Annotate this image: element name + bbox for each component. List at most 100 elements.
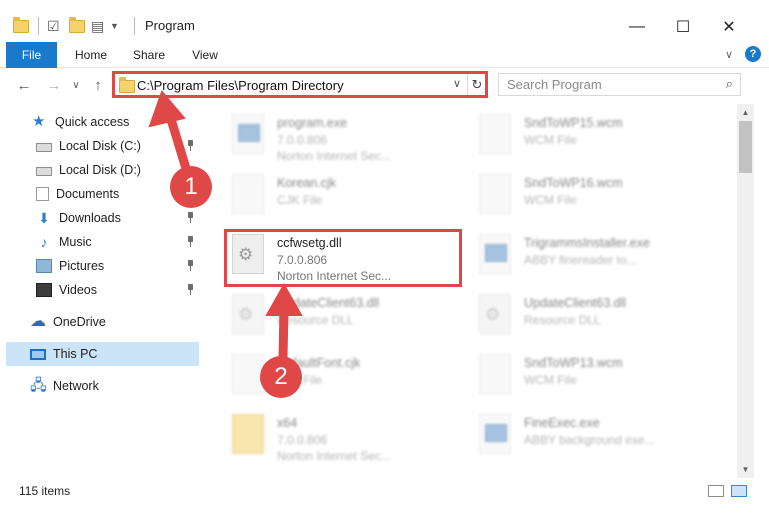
close-button[interactable]: ✕ [706,13,752,41]
file-icon [479,354,511,394]
file-icon [479,114,511,154]
sidebar-item-label: Local Disk (C:) [59,139,141,153]
help-icon[interactable]: ? [745,46,761,62]
file-tile[interactable]: UpdateClient63.dll Resource DLL [212,290,452,348]
address-dropdown-icon[interactable]: ∨ [453,77,461,90]
search-box[interactable]: ⌕ [498,73,741,96]
tab-view[interactable]: View [182,42,228,68]
pin-icon[interactable] [186,212,195,223]
file-tile[interactable]: FineExec.exe ABBY background exe... [459,410,699,468]
status-bar: 115 items [0,478,769,513]
tab-share[interactable]: Share [126,42,172,68]
sidebar-item-label: Pictures [59,259,105,273]
file-description: ABBY finereader to... [524,253,637,267]
file-tile[interactable]: x64 7.0.0.806 Norton Internet Sec... [212,410,452,468]
file-type: Resource DLL [277,313,354,327]
file-explorer-window: ☑ ▤ ▼ Program — ☐ ✕ File Home Share View… [0,0,769,513]
scroll-up-icon[interactable]: ▲ [737,104,754,121]
videos-icon [36,283,52,297]
address-path[interactable]: C:\Program Files\Program Directory [137,78,344,93]
recent-locations-button[interactable]: ∨ [66,76,86,96]
details-view-icon[interactable] [708,485,724,497]
downloads-icon: ⬇ [38,210,50,226]
onedrive-icon: ☁ [30,313,46,330]
ribbon-tabs: File Home Share View ∨ ? [0,42,769,68]
minimize-button[interactable]: — [614,13,660,41]
music-icon: ♪ [40,234,48,250]
drive-icon [36,143,52,152]
scroll-thumb[interactable] [739,121,752,173]
file-name: Korean.cjk [277,176,337,190]
file-tile[interactable]: TrigrammsInstaller.exe ABBY finereader t… [459,230,699,288]
back-button[interactable]: ← [14,76,34,96]
navigation-bar: ← → ∨ ↑ C:\Program Files\Program Directo… [0,68,769,102]
exe-file-icon [479,414,511,454]
file-tile[interactable]: SndToWP16.wcm WCM File [459,170,699,228]
file-description: ABBY background exe... [524,433,655,447]
customize-toolbar-icon[interactable]: ▤ [91,15,104,37]
pin-icon[interactable] [186,140,195,151]
tab-home[interactable]: Home [68,42,114,68]
address-bar[interactable]: C:\Program Files\Program Directory ∨ ↻ [112,71,488,98]
file-tile[interactable]: Korean.cjk CJK File [212,170,452,228]
forward-button[interactable]: → [44,76,64,96]
file-tile[interactable]: UpdateClient63.dll Resource DLL [459,290,699,348]
sidebar-item-onedrive[interactable]: ☁ OneDrive [30,310,230,334]
pin-icon[interactable] [186,260,195,271]
expand-ribbon-icon[interactable]: ∨ [725,48,733,61]
sidebar-item-music[interactable]: ♪ Music [36,230,236,254]
tab-file[interactable]: File [6,42,57,68]
file-name: program.exe [277,116,348,130]
file-tile[interactable]: SndToWP13.wcm WCM File [459,350,699,408]
sidebar-item-label: Documents [56,187,120,201]
sidebar-item-label: Music [59,235,92,249]
folder-icon [232,414,264,454]
dll-gear-icon [479,294,511,334]
file-name: SndToWP13.wcm [524,356,623,370]
file-name: x64 [277,416,298,430]
file-type: CJK File [277,193,323,207]
file-icon [479,174,511,214]
file-icon [232,174,264,214]
file-name: TrigrammsInstaller.exe [524,236,650,250]
sidebar-item-this-pc[interactable]: This PC [6,342,199,366]
up-button[interactable]: ↑ [88,76,108,96]
folder-icon [119,77,135,93]
sidebar-item-label: Quick access [55,115,130,129]
file-tile[interactable]: SndToWP15.wcm WCM File [459,110,699,168]
vertical-scrollbar[interactable]: ▲ ▼ [737,104,754,478]
file-name: SndToWP15.wcm [524,116,623,130]
sidebar-item-label: Downloads [59,211,121,225]
file-type: WCM File [524,373,577,387]
scroll-down-icon[interactable]: ▼ [737,461,754,478]
sidebar-item-label: OneDrive [53,315,106,329]
sidebar-item-pictures[interactable]: Pictures [36,254,236,278]
search-input[interactable] [499,74,709,95]
pin-icon[interactable] [186,236,195,247]
sidebar-item-local-disk-c[interactable]: Local Disk (C:) [36,134,236,158]
pc-icon [30,348,46,360]
sidebar-item-downloads[interactable]: ⬇ Downloads [36,206,236,230]
sidebar-item-network[interactable]: 🖧 Network [30,374,230,398]
tiles-view-icon[interactable] [731,485,747,497]
new-folder-icon[interactable] [69,15,85,37]
documents-icon [36,187,49,201]
pin-icon[interactable] [186,284,195,295]
sidebar-item-label: This PC [53,347,98,361]
sidebar-item-videos[interactable]: Videos [36,278,236,302]
file-type: Resource DLL [524,313,601,327]
sidebar-item-label: Local Disk (D:) [59,163,141,177]
search-icon[interactable]: ⌕ [726,76,733,92]
refresh-button[interactable]: ↻ [467,74,486,95]
sidebar-item-quick-access[interactable]: ★ Quick access [32,110,232,134]
file-description: Norton Internet Sec... [277,449,392,463]
file-name: FineExec.exe [524,416,600,430]
file-tile[interactable]: program.exe 7.0.0.806 Norton Internet Se… [212,110,452,168]
quick-access-dropdown-icon[interactable]: ▼ [110,15,119,37]
dll-gear-icon [232,294,264,334]
step-1-badge: 1 [170,166,212,208]
maximize-button[interactable]: ☐ [660,13,706,41]
properties-icon[interactable]: ☑ [47,15,60,37]
drive-icon [36,167,52,176]
file-tile[interactable]: DefaultFont.cjk CJK File [212,350,452,408]
